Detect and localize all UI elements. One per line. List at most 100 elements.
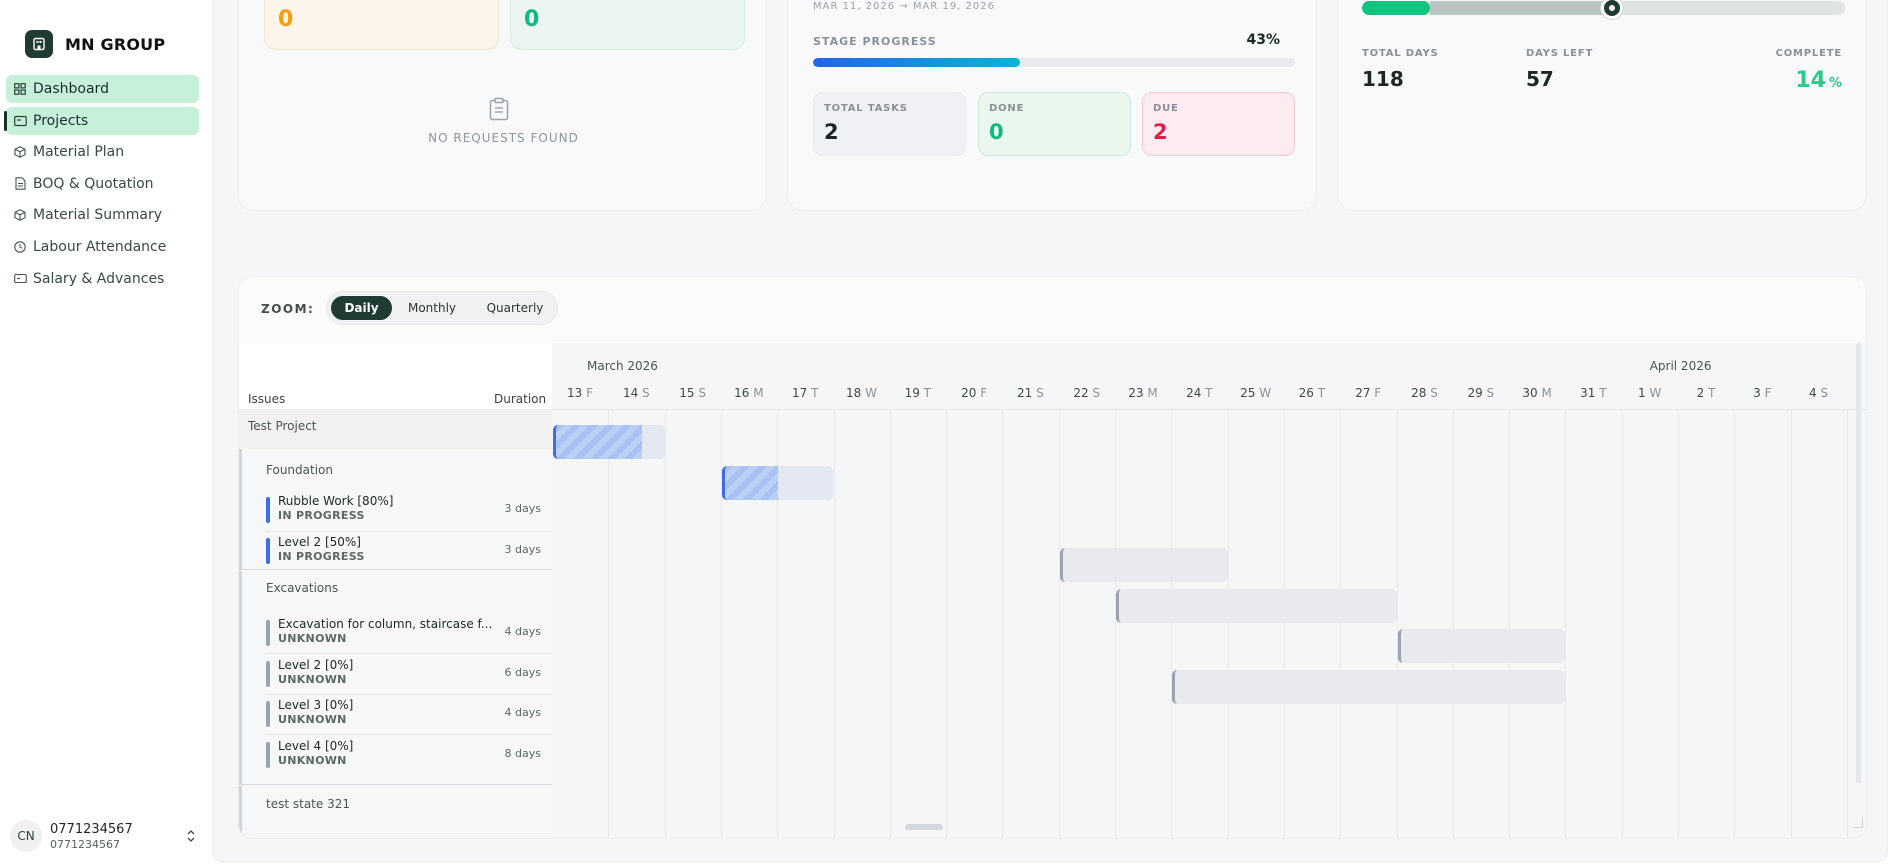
day-gridline: [1452, 409, 1454, 838]
day-gridline: [1002, 409, 1004, 838]
sidebar-item-boq-quotation[interactable]: BOQ & Quotation: [6, 170, 199, 198]
requests-card: 0 0 NO REQUESTS FOUND: [238, 0, 767, 211]
weekday-letter: M: [1541, 386, 1552, 400]
row-divider: [266, 734, 555, 735]
stage-progress-fill: [813, 58, 1021, 67]
brand[interactable]: MN GROUP: [25, 30, 165, 58]
column-header-issues[interactable]: Issues: [248, 392, 285, 406]
project-timeline-card: TOTAL DAYS 118 DAYS LEFT 57 COMPLETE 14%: [1337, 0, 1867, 211]
sidebar-item-material-plan[interactable]: Material Plan: [6, 138, 199, 166]
weekday-letter: S: [1820, 386, 1829, 400]
sidebar-item-label: Material Plan: [33, 144, 125, 161]
due-value: 2: [1153, 120, 1168, 144]
task-row[interactable]: Level 2 [0%] UNKNOWN 6 days: [266, 655, 555, 695]
row-divider: [242, 569, 555, 570]
day-label: 28 S: [1397, 386, 1453, 400]
task-name: Level 2 [0%]: [278, 658, 354, 672]
task-row[interactable]: Level 2 [50%] IN PROGRESS 3 days: [266, 532, 555, 572]
task-row[interactable]: Level 3 [0%] UNKNOWN 4 days: [266, 695, 555, 735]
status-indicator: [266, 661, 270, 687]
done-value: 0: [989, 120, 1004, 144]
task-status: UNKNOWN: [278, 713, 347, 726]
day-number: 3: [1753, 386, 1765, 400]
stage-date-range: MAR 11, 2026 → MAR 19, 2026: [813, 1, 995, 12]
project-row[interactable]: Test Project: [239, 409, 552, 449]
day-gridline: [1115, 409, 1116, 838]
total-tasks-label: TOTAL TASKS: [824, 103, 908, 114]
user-name: 0771234567: [50, 821, 133, 837]
gantt-bar[interactable]: [553, 425, 665, 459]
gantt-bar[interactable]: [1059, 548, 1228, 582]
complete-unit: %: [1828, 76, 1842, 91]
month-label: April 2026: [1649, 359, 1712, 373]
empty-state-text: NO REQUESTS FOUND: [428, 131, 579, 145]
stage-progress-label: STAGE PROGRESS: [813, 35, 937, 48]
sidebar-item-projects[interactable]: Projects: [4, 106, 199, 135]
task-name: Level 4 [0%]: [278, 739, 354, 753]
avatar: CN: [10, 820, 42, 852]
zoom-monthly-button[interactable]: Monthly: [395, 296, 469, 320]
total-tasks-value: 2: [824, 120, 839, 144]
weekday-letter: S: [642, 386, 650, 400]
day-number: 18: [846, 386, 866, 400]
sidebar-nav: Dashboard Projects Material Plan BOQ & Q…: [4, 75, 199, 296]
day-number: 17: [791, 386, 812, 400]
day-gridline: [608, 409, 610, 838]
gantt-bar[interactable]: [1397, 629, 1566, 663]
horizontal-scroll-handle[interactable]: [905, 824, 943, 830]
requests-pending-box: 0: [264, 0, 499, 50]
day-number: 19: [904, 386, 924, 400]
gantt-bar[interactable]: [1172, 670, 1566, 704]
weekday-letter: F: [1374, 386, 1382, 400]
day-label: 31 T: [1565, 386, 1621, 400]
sidebar-item-labour-attendance[interactable]: Labour Attendance: [6, 233, 199, 261]
day-label: 17 T: [777, 386, 833, 400]
requests-pending-value: 0: [278, 7, 294, 32]
sidebar-item-salary-advances[interactable]: Salary & Advances: [6, 265, 199, 293]
clock-icon: [13, 240, 27, 254]
user-info: 0771234567 0771234567: [50, 822, 133, 851]
sidebar-item-dashboard[interactable]: Dashboard: [6, 75, 199, 103]
sidebar-item-material-summary[interactable]: Material Summary: [6, 201, 199, 229]
gantt-bar[interactable]: [721, 466, 834, 500]
task-status: IN PROGRESS: [278, 509, 365, 522]
gantt-timeline[interactable]: March 2026 April 2026 13 F 14 S 15 S 16 M 17…: [552, 343, 1866, 838]
day-label: 25 W: [1228, 386, 1284, 400]
day-label: 13 F: [552, 386, 608, 400]
task-name: Rubble Work [80%]: [278, 494, 394, 508]
zoom-label: ZOOM:: [261, 302, 315, 316]
column-header-duration[interactable]: Duration: [494, 392, 546, 406]
phase-title[interactable]: test state 321: [266, 797, 350, 811]
weekday-letter: S: [1430, 386, 1438, 400]
task-name: Excavation for column, staircase f...: [278, 617, 493, 631]
task-row[interactable]: Excavation for column, staircase f... UN…: [266, 614, 555, 654]
vertical-scrollbar[interactable]: [1856, 343, 1861, 783]
task-row[interactable]: Rubble Work [80%] IN PROGRESS 3 days: [266, 491, 555, 531]
task-duration: 4 days: [504, 706, 541, 719]
day-number: 25: [1240, 386, 1260, 400]
phase-title[interactable]: Foundation: [266, 463, 333, 477]
day-number: 29: [1467, 386, 1487, 400]
day-number: 16: [734, 386, 754, 400]
day-number: 20: [961, 386, 981, 400]
gantt-bar[interactable]: [1116, 589, 1397, 623]
day-number: 15: [679, 386, 699, 400]
day-label: 22 S: [1059, 386, 1115, 400]
day-gridline: [1283, 409, 1285, 838]
weekday-letter: T: [1708, 386, 1716, 400]
user-menu[interactable]: CN 0771234567 0771234567: [10, 818, 200, 854]
gantt-bar-progress: [721, 466, 778, 500]
day-number: 2: [1696, 386, 1709, 400]
task-row[interactable]: Level 4 [0%] UNKNOWN 8 days: [266, 736, 555, 776]
day-gridline: [833, 409, 835, 838]
sidebar-item-label: Material Summary: [33, 207, 162, 224]
brand-logo-icon: [25, 30, 53, 58]
day-number: 30: [1522, 386, 1542, 400]
phase-title[interactable]: Excavations: [266, 581, 338, 595]
weekday-letter: T: [1317, 386, 1326, 400]
zoom-quarterly-button[interactable]: Quarterly: [475, 296, 555, 320]
timeline-today-marker[interactable]: [1601, 0, 1623, 19]
weekday-letter: T: [923, 386, 932, 400]
chevron-up-down-icon[interactable]: [186, 828, 196, 847]
zoom-daily-button[interactable]: Daily: [331, 296, 392, 320]
